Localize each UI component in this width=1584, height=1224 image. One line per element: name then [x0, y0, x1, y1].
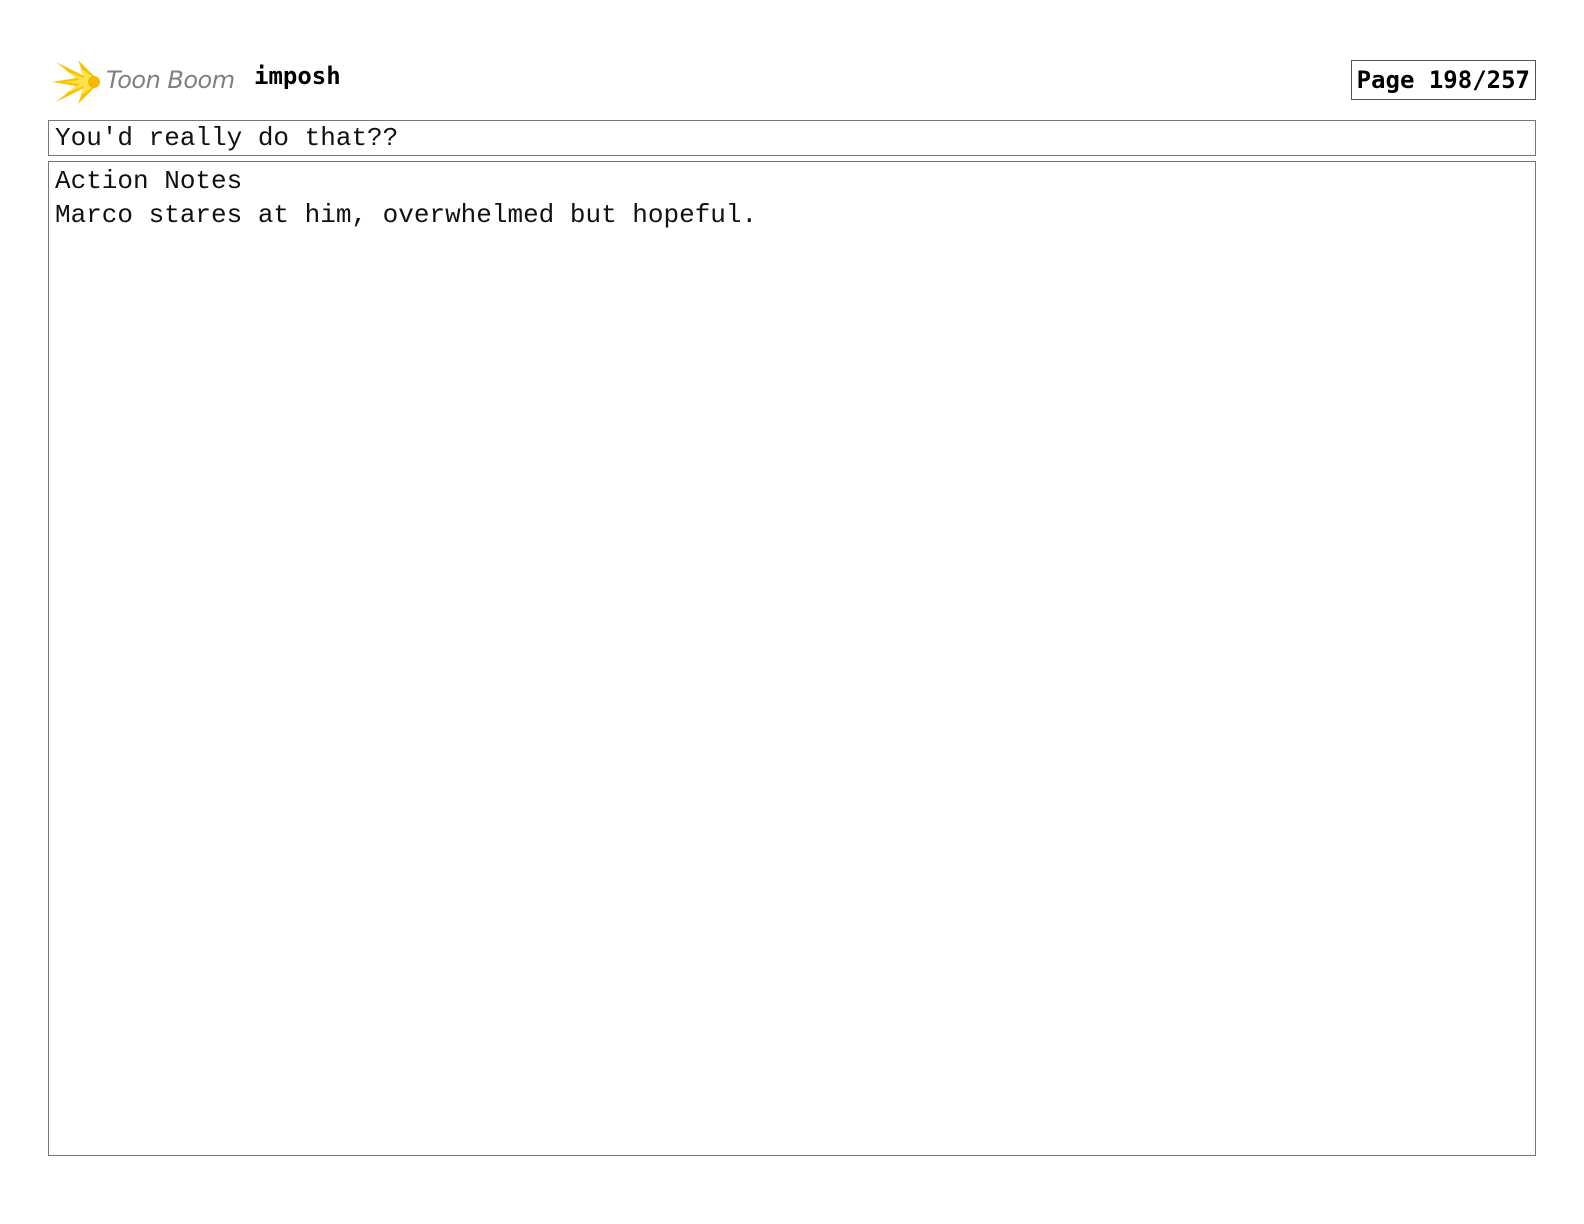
- toon-boom-logo: Toon Boom: [50, 56, 240, 108]
- page-header: Toon Boom imposh Page 198/257: [48, 56, 1536, 108]
- action-notes-box: Action Notes Marco stares at him, overwh…: [48, 161, 1536, 1156]
- dialogue-box: You'd really do that??: [48, 120, 1536, 156]
- action-notes-text: Marco stares at him, overwhelmed but hop…: [55, 200, 758, 230]
- toon-boom-star-burst-icon: [52, 60, 100, 104]
- page-number-badge: Page 198/257: [1350, 60, 1536, 100]
- project-title: imposh: [254, 62, 341, 90]
- logo-brand-text: Toon Boom: [106, 66, 235, 94]
- action-notes-heading: Action Notes: [55, 166, 243, 196]
